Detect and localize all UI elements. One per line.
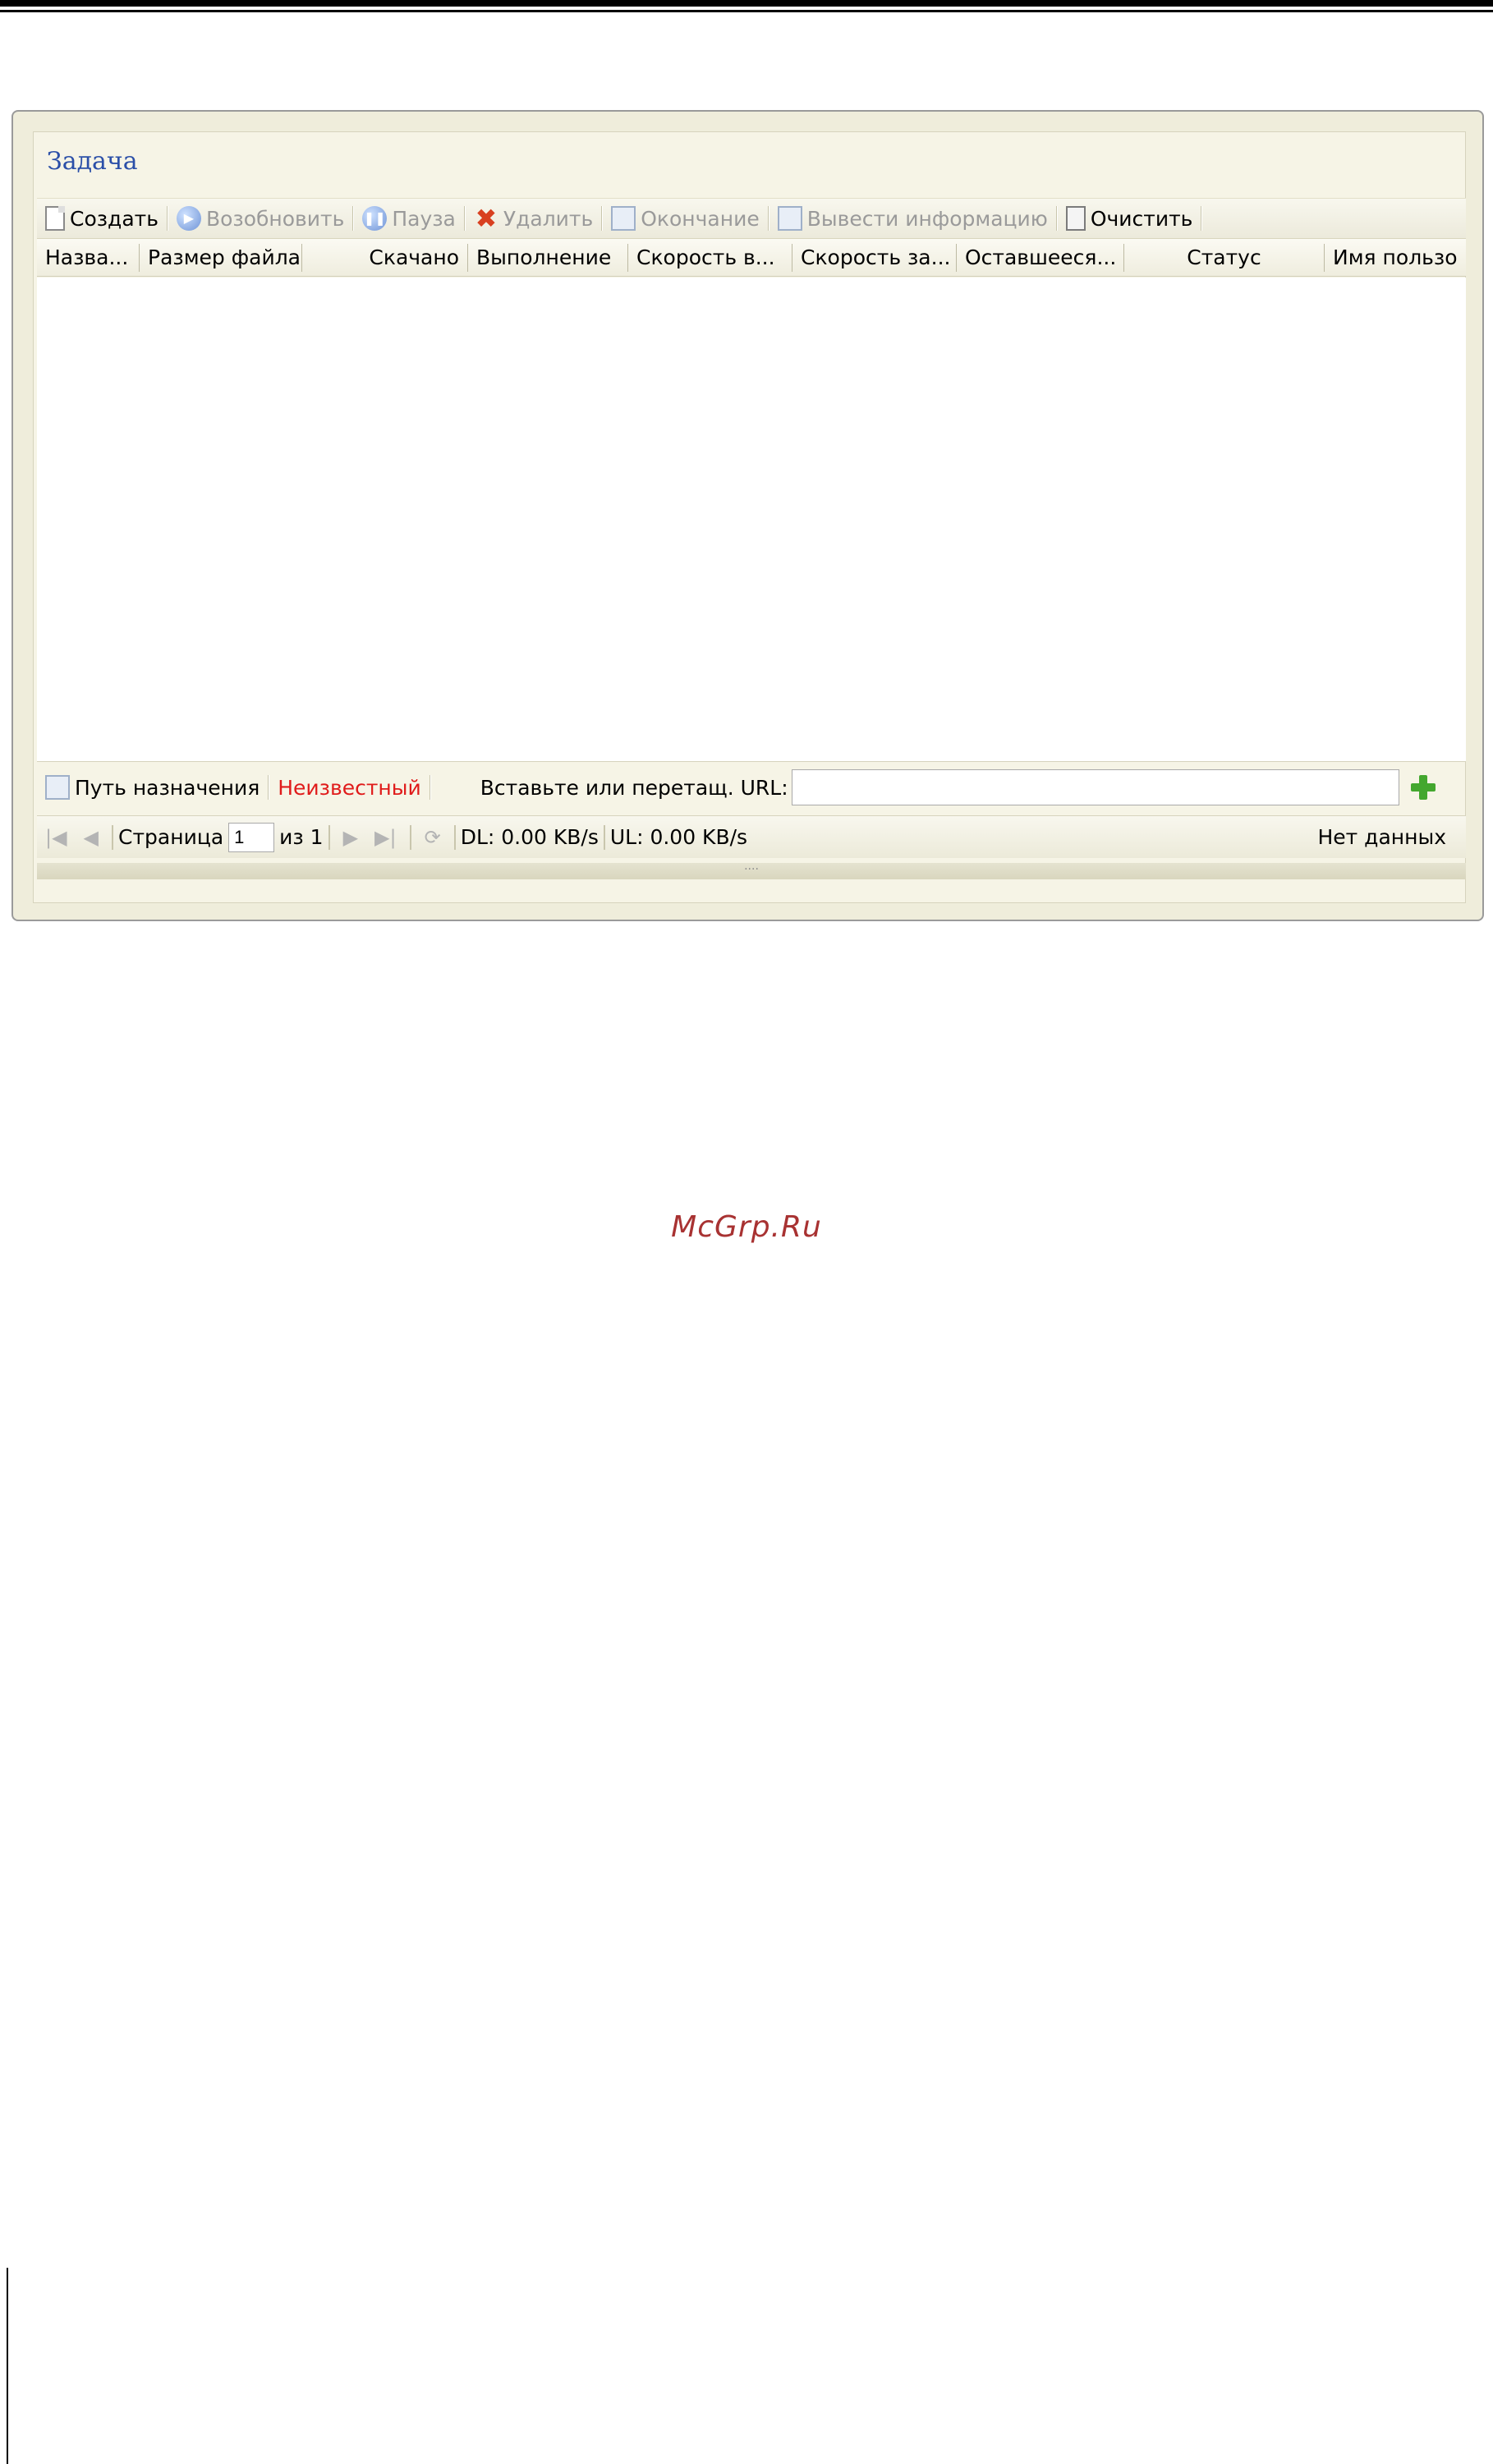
- column-dl-speed[interactable]: Скорость в...: [628, 243, 792, 272]
- first-page-icon[interactable]: |◀: [37, 826, 76, 849]
- pagination-bar: |◀ ◀ Страница из 1 ▶ ▶| ⟳ DL: 0.00 KB/s …: [37, 815, 1466, 858]
- finish-label: Окончание: [641, 206, 760, 231]
- edit-folder-icon: [45, 775, 70, 800]
- clear-label: Очистить: [1090, 206, 1193, 231]
- pause-icon: ❚❚: [362, 206, 388, 231]
- delete-icon: ✖: [475, 203, 498, 234]
- resize-grip[interactable]: ····: [37, 863, 1466, 879]
- info-label: Вывести информацию: [806, 206, 1048, 231]
- resume-label: Возобновить: [205, 206, 345, 231]
- destination-button[interactable]: Путь назначения: [37, 775, 268, 800]
- page-input[interactable]: [228, 822, 275, 852]
- destination-label: Путь назначения: [75, 775, 260, 800]
- pager-separator: [453, 824, 456, 850]
- header-rule-thin: [0, 10, 1493, 12]
- url-label: Вставьте или перетащ. URL:: [480, 775, 788, 800]
- add-url-icon[interactable]: [1409, 773, 1437, 801]
- margin-line: [7, 2268, 8, 2464]
- delete-button[interactable]: ✖ Удалить: [466, 202, 601, 235]
- page-label: Страница: [118, 825, 224, 849]
- refresh-icon[interactable]: ⟳: [416, 826, 449, 849]
- pager-separator: [603, 824, 605, 850]
- watermark: McGrp.Ru: [671, 1210, 822, 1244]
- toolbar-separator: [1201, 206, 1203, 231]
- column-status[interactable]: Статус: [1124, 243, 1325, 272]
- task-grid-header: Назва... Размер файла Скачано Выполнение…: [37, 239, 1466, 277]
- task-grid-body[interactable]: [37, 278, 1466, 762]
- column-remaining[interactable]: Оставшееся...: [957, 243, 1124, 272]
- column-ul-speed[interactable]: Скорость за...: [792, 243, 957, 272]
- url-input[interactable]: [791, 769, 1399, 805]
- column-size[interactable]: Размер файла: [140, 243, 302, 272]
- info-list-icon: [777, 206, 802, 231]
- column-user[interactable]: Имя пользо: [1325, 244, 1466, 272]
- delete-label: Удалить: [503, 206, 594, 231]
- finish-button[interactable]: Окончание: [603, 202, 767, 235]
- pager-separator: [328, 824, 330, 850]
- dest-separator: [429, 775, 431, 800]
- clear-icon: [1065, 206, 1086, 231]
- download-window: Задача Создать ▶ Возобновить ❚❚ Пауза ✖ …: [11, 110, 1484, 921]
- destination-value: Неизвестный: [278, 775, 421, 800]
- last-page-icon[interactable]: ▶|: [366, 826, 405, 849]
- pager-separator: [112, 824, 114, 850]
- create-label: Создать: [70, 206, 158, 231]
- finish-icon: [611, 206, 636, 231]
- dl-speed-readout: DL: 0.00 KB/s: [460, 825, 599, 849]
- play-icon: ▶: [176, 206, 201, 231]
- new-page-icon: [45, 206, 65, 231]
- column-progress[interactable]: Выполнение: [468, 243, 628, 272]
- info-button[interactable]: Вывести информацию: [769, 202, 1056, 235]
- pause-button[interactable]: ❚❚ Пауза: [354, 202, 464, 235]
- next-page-icon[interactable]: ▶: [335, 826, 366, 849]
- page-of-label: из 1: [279, 825, 324, 849]
- clear-button[interactable]: Очистить: [1058, 202, 1201, 235]
- panel-title: Задача: [47, 147, 138, 176]
- empty-status: Нет данных: [1317, 825, 1446, 849]
- pager-separator: [409, 824, 411, 850]
- column-name[interactable]: Назва...: [37, 243, 140, 272]
- task-panel: Задача Создать ▶ Возобновить ❚❚ Пауза ✖ …: [33, 131, 1466, 903]
- ul-speed-readout: UL: 0.00 KB/s: [609, 825, 748, 849]
- pause-label: Пауза: [392, 206, 456, 231]
- task-toolbar: Создать ▶ Возобновить ❚❚ Пауза ✖ Удалить…: [37, 198, 1466, 239]
- resume-button[interactable]: ▶ Возобновить: [168, 202, 352, 235]
- destination-bar: Путь назначения Неизвестный Вставьте или…: [37, 766, 1466, 809]
- create-button[interactable]: Создать: [37, 202, 167, 235]
- prev-page-icon[interactable]: ◀: [76, 826, 107, 849]
- header-rule-thick: [0, 0, 1493, 7]
- column-downloaded[interactable]: Скачано: [302, 243, 468, 272]
